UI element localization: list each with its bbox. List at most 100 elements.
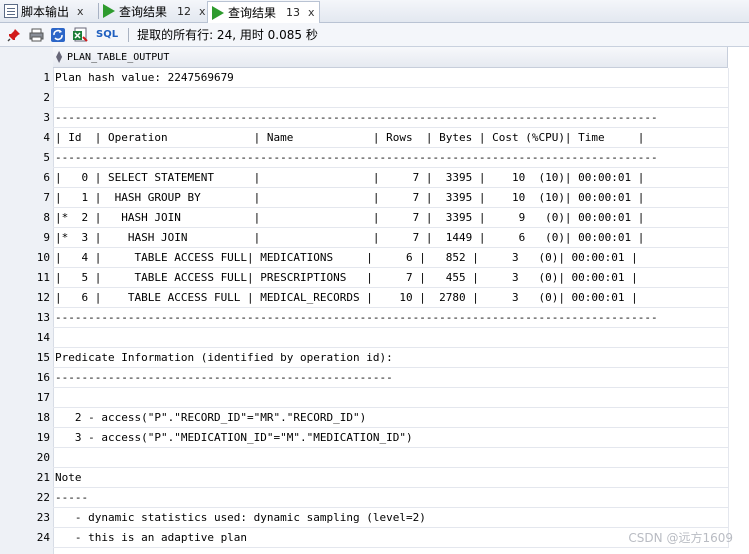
table-row[interactable]: 11 | 5 | TABLE ACCESS FULL| PRESCRIPTIONS… [0,268,749,288]
row-number: 8 [43,211,50,224]
table-row[interactable]: 21 Note [0,468,749,488]
print-icon[interactable] [28,27,44,43]
tab-label: 查询结果 [228,6,277,20]
row-number: 23 [36,511,50,524]
column-header-label: PLAN_TABLE_OUTPUT [67,51,170,63]
table-row[interactable]: 4 | Id | Operation | Name | Rows | Bytes … [0,128,749,148]
plan-output-cell[interactable]: |* 2 | HASH JOIN | | 7 | 3395 | 9 (0)| 0… [53,208,729,228]
plan-output-cell[interactable]: - dynamic statistics used: dynamic sampl… [53,508,729,528]
row-number: 5 [43,151,50,164]
plan-output-cell[interactable]: |* 3 | HASH JOIN | | 7 | 1449 | 6 (0)| 0… [53,228,729,248]
table-row[interactable]: 12 | 6 | TABLE ACCESS FULL | MEDICAL_RECO… [0,288,749,308]
table-row[interactable]: 6 | 0 | SELECT STATEMENT | | 7 | 3395 | 1… [0,168,749,188]
toolbar-divider [128,27,130,42]
table-row[interactable]: 14 [0,328,749,348]
plan-output-cell[interactable]: Note [53,468,729,488]
sql-button[interactable]: SQL [96,29,118,40]
plan-output-cell[interactable]: ----- [53,488,729,508]
plan-output-cell[interactable]: Predicate Information (identified by ope… [53,348,729,368]
table-row[interactable]: 8 |* 2 | HASH JOIN | | 7 | 3395 | 9 (0)| … [0,208,749,228]
result-toolbar: SQL 提取的所有行: 24, 用时 0.085 秒 [0,23,749,47]
play-icon [212,5,224,20]
tab-query-result-12[interactable]: 查询结果 12 x [103,1,206,21]
table-row[interactable]: 5 ---------------------------------------… [0,148,749,168]
result-tab-bar: 脚本输出 x 查询结果 12 x 查询结果 13 x [0,0,749,23]
plan-output-cell[interactable]: ----------------------------------------… [53,108,729,128]
plan-output-cell[interactable]: | 6 | TABLE ACCESS FULL | MEDICAL_RECORD… [53,288,729,308]
plan-output-cell[interactable] [53,88,729,108]
row-number: 15 [36,351,50,364]
plan-output-cell[interactable]: ----------------------------------------… [53,368,729,388]
plan-output-cell[interactable]: | 1 | HASH GROUP BY | | 7 | 3395 | 10 (1… [53,188,729,208]
plan-output-cell[interactable] [53,448,729,468]
close-icon[interactable]: x [308,6,315,19]
row-number: 12 [36,291,50,304]
row-number: 11 [36,271,50,284]
tab-script-output[interactable]: 脚本输出 x [4,1,84,21]
play-icon [103,4,115,18]
tab-number: 12 [177,4,192,18]
plan-output-cell[interactable]: ----------------------------------------… [53,148,729,168]
plan-output-cell[interactable]: ----------------------------------------… [53,308,729,328]
row-number: 20 [36,451,50,464]
plan-output-cell[interactable]: | 5 | TABLE ACCESS FULL| PRESCRIPTIONS |… [53,268,729,288]
result-grid: ▲ ▼ PLAN_TABLE_OUTPUT 1 Plan hash value: 2… [0,47,749,554]
tab-query-result-13[interactable]: 查询结果 13 x [207,1,320,23]
document-icon [4,4,18,18]
plan-output-cell[interactable]: | 4 | TABLE ACCESS FULL| MEDICATIONS | 6… [53,248,729,268]
table-row[interactable]: 19 3 - access("P"."MEDICATION_ID"="M"."M… [0,428,749,448]
plan-output-cell[interactable]: Plan hash value: 2247569679 [53,68,729,88]
watermark: CSDN @远方1609 [628,531,733,545]
row-number: 4 [43,131,50,144]
pin-icon[interactable] [6,27,22,43]
export-icon[interactable] [72,27,88,43]
result-rows: 1 Plan hash value: 2247569679 2 3 ----------… [0,68,749,548]
row-number: 1 [43,71,50,84]
plan-output-cell[interactable]: | 0 | SELECT STATEMENT | | 7 | 3395 | 10… [53,168,729,188]
row-number: 9 [43,231,50,244]
row-number: 17 [36,391,50,404]
row-number: 6 [43,171,50,184]
table-row[interactable]: 22 ----- [0,488,749,508]
close-icon[interactable]: x [199,5,206,18]
refresh-icon[interactable] [50,27,66,43]
table-row[interactable]: 2 [0,88,749,108]
table-row[interactable]: 7 | 1 | HASH GROUP BY | | 7 | 3395 | 10 (… [0,188,749,208]
table-row[interactable]: 23 - dynamic statistics used: dynamic sa… [0,508,749,528]
row-number: 18 [36,411,50,424]
tab-number: 13 [286,6,301,19]
table-row[interactable]: 3 ---------------------------------------… [0,108,749,128]
sort-icon[interactable]: ▲ ▼ [56,50,65,64]
row-number: 14 [36,331,50,344]
table-row[interactable]: 9 |* 3 | HASH JOIN | | 7 | 1449 | 6 (0)| … [0,228,749,248]
row-number: 3 [43,111,50,124]
row-number: 2 [43,91,50,104]
row-number: 22 [36,491,50,504]
table-row[interactable]: 10 | 4 | TABLE ACCESS FULL| MEDICATIONS |… [0,248,749,268]
table-row[interactable]: 20 [0,448,749,468]
plan-output-cell[interactable]: 2 - access("P"."RECORD_ID"="MR"."RECORD_… [53,408,729,428]
table-row[interactable]: 1 Plan hash value: 2247569679 [0,68,749,88]
column-header-plan-table-output[interactable]: ▲ ▼ PLAN_TABLE_OUTPUT [53,47,728,68]
tab-label: 查询结果 [119,4,168,19]
row-number: 13 [36,311,50,324]
tab-label: 脚本输出 [21,4,70,19]
tab-divider [98,3,99,19]
row-number: 21 [36,471,50,484]
table-row[interactable]: 13 --------------------------------------… [0,308,749,328]
table-row[interactable]: 15 Predicate Information (identified by o… [0,348,749,368]
row-number: 16 [36,371,50,384]
row-number: 19 [36,431,50,444]
table-row[interactable]: 18 2 - access("P"."RECORD_ID"="MR"."RECO… [0,408,749,428]
plan-output-cell[interactable] [53,388,729,408]
row-number: 10 [36,251,50,264]
plan-output-cell[interactable] [53,328,729,348]
close-icon[interactable]: x [77,5,84,18]
fetch-status-text: 提取的所有行: 24, 用时 0.085 秒 [137,28,318,42]
table-row[interactable]: 16 --------------------------------------… [0,368,749,388]
row-number: 7 [43,191,50,204]
plan-output-cell[interactable]: 3 - access("P"."MEDICATION_ID"="M"."MEDI… [53,428,729,448]
table-row[interactable]: 17 [0,388,749,408]
plan-output-cell[interactable]: | Id | Operation | Name | Rows | Bytes |… [53,128,729,148]
row-number: 24 [36,531,50,544]
